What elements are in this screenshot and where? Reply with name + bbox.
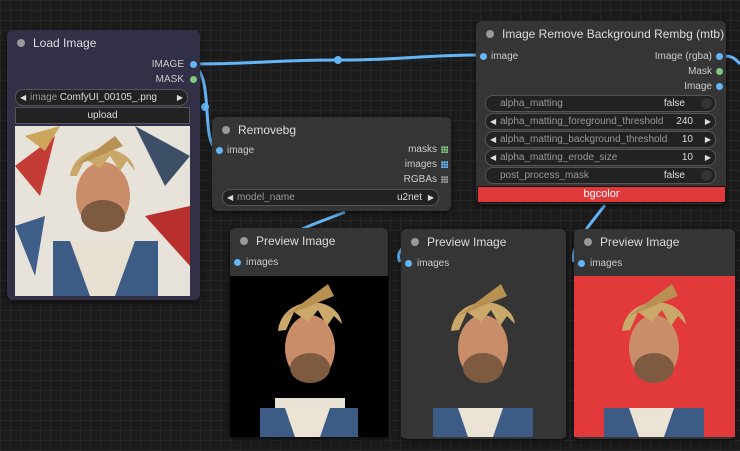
collapse-dot-icon[interactable] — [222, 126, 230, 134]
upload-button[interactable]: upload — [15, 107, 190, 124]
input-images-label: images — [246, 257, 279, 268]
preview-output-image — [230, 276, 388, 437]
combo-value: u2net — [396, 192, 422, 203]
image-combo[interactable]: ◀ image ComfyUI_00105_.png ▶ — [15, 89, 188, 106]
input-images-port[interactable] — [234, 259, 241, 266]
input-images-port[interactable] — [578, 260, 585, 267]
loaded-image-thumbnail — [15, 126, 190, 296]
output-masks-port-icon[interactable] — [441, 146, 448, 153]
background-threshold-stepper[interactable]: ◀ alpha_matting_background_threshold 10 … — [485, 131, 716, 148]
input-images-label: images — [417, 258, 450, 269]
arrow-left-icon[interactable]: ◀ — [227, 190, 233, 205]
output-masks: masks — [408, 144, 437, 155]
node-title: Removebg — [238, 123, 297, 137]
input-image-port[interactable] — [216, 147, 223, 154]
preview-image-node-3[interactable]: Preview Image images — [574, 229, 735, 439]
output-images: images — [404, 159, 437, 170]
collapse-dot-icon[interactable] — [17, 39, 25, 47]
node-title: Preview Image — [256, 234, 336, 248]
output-rgbas-port-icon[interactable] — [441, 176, 448, 183]
rembg-title-bar[interactable]: Image Remove Background Rembg (mtb) — [476, 21, 726, 47]
load-image-node[interactable]: Load Image IMAGE MASK ◀ image ComfyUI_00… — [7, 30, 200, 300]
preview-output-image — [574, 276, 735, 437]
arrow-right-icon[interactable]: ▶ — [705, 114, 711, 129]
output-mask-port[interactable] — [190, 76, 197, 83]
output-image: Image — [684, 81, 712, 92]
input-image-port[interactable] — [480, 53, 487, 60]
collapse-dot-icon[interactable] — [584, 238, 592, 246]
output-image-port[interactable] — [190, 61, 197, 68]
arrow-left-icon[interactable]: ◀ — [490, 150, 496, 165]
arrow-left-icon[interactable]: ◀ — [490, 114, 496, 129]
output-rgbas: RGBAs — [403, 174, 437, 185]
preview-title-bar[interactable]: Preview Image — [574, 229, 735, 255]
load-image-title-bar[interactable]: Load Image — [7, 30, 200, 56]
node-title: Preview Image — [427, 235, 507, 249]
preview-output-image — [401, 276, 566, 437]
input-image-label: image — [227, 145, 255, 156]
arrow-right-icon[interactable]: ▶ — [177, 90, 183, 105]
arrow-right-icon[interactable]: ▶ — [705, 132, 711, 147]
input-images-port[interactable] — [405, 260, 412, 267]
collapse-dot-icon[interactable] — [411, 238, 419, 246]
node-title: Load Image — [33, 36, 97, 50]
preview-title-bar[interactable]: Preview Image — [230, 228, 388, 254]
output-mask: MASK — [155, 74, 184, 85]
removebg-title-bar[interactable]: Removebg — [212, 117, 451, 143]
output-mask: Mask — [688, 66, 712, 77]
node-title: Image Remove Background Rembg (mtb) — [502, 27, 725, 41]
output-images-port-icon[interactable] — [441, 161, 448, 168]
erode-size-stepper[interactable]: ◀ alpha_matting_erode_size 10 ▶ — [485, 149, 716, 166]
toggle-knob-icon — [701, 170, 712, 181]
collapse-dot-icon[interactable] — [240, 237, 248, 245]
bgcolor-button[interactable]: bgcolor — [477, 186, 726, 203]
post-process-mask-toggle[interactable]: post_process_mask false — [485, 167, 716, 184]
arrow-right-icon[interactable]: ▶ — [705, 150, 711, 165]
output-image-rgba: Image (rgba) — [654, 51, 712, 62]
arrow-left-icon[interactable]: ◀ — [20, 90, 26, 105]
output-image-rgba-port[interactable] — [716, 53, 723, 60]
toggle-knob-icon — [701, 98, 712, 109]
input-images-label: images — [590, 258, 623, 269]
arrow-left-icon[interactable]: ◀ — [490, 132, 496, 147]
rembg-mtb-node[interactable]: Image Remove Background Rembg (mtb) imag… — [476, 21, 726, 204]
output-image-port[interactable] — [716, 83, 723, 90]
collapse-dot-icon[interactable] — [486, 30, 494, 38]
output-mask-port[interactable] — [716, 68, 723, 75]
link-rembg-out — [723, 54, 740, 66]
input-image-label: image — [491, 51, 519, 62]
foreground-threshold-stepper[interactable]: ◀ alpha_matting_foreground_threshold 240… — [485, 113, 716, 130]
arrow-right-icon[interactable]: ▶ — [428, 190, 434, 205]
preview-image-node-1[interactable]: Preview Image images — [230, 228, 388, 437]
combo-value: ComfyUI_00105_.png — [59, 92, 157, 103]
alpha-matting-toggle[interactable]: alpha_matting false — [485, 95, 716, 112]
node-title: Preview Image — [600, 235, 680, 249]
model-name-combo[interactable]: ◀ model_name u2net ▶ — [222, 189, 439, 206]
preview-title-bar[interactable]: Preview Image — [401, 229, 566, 255]
output-image: IMAGE — [151, 59, 184, 70]
removebg-node[interactable]: Removebg image masks images RGBAs ◀ mode… — [212, 117, 451, 211]
preview-image-node-2[interactable]: Preview Image images — [401, 229, 566, 439]
